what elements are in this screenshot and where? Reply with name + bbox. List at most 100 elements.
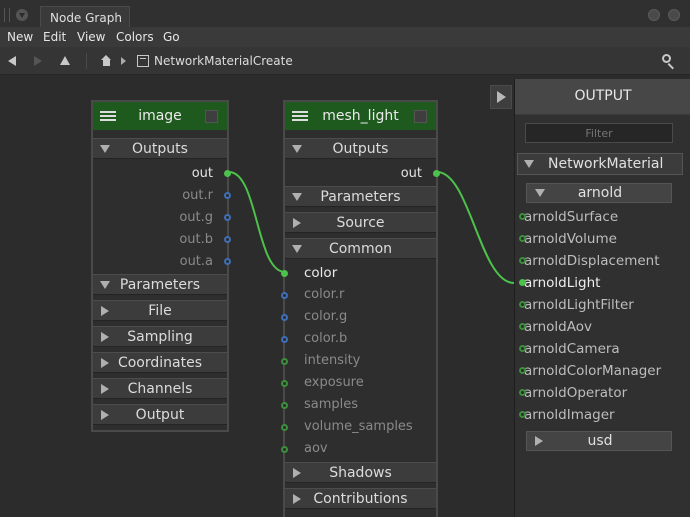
param-volume-samples[interactable]: volume_samples: [281, 419, 436, 437]
param-color-r[interactable]: color.r: [281, 287, 436, 305]
port-dot[interactable]: [519, 301, 526, 308]
port-connected-dot[interactable]: [519, 279, 526, 286]
param-color[interactable]: color: [281, 265, 436, 283]
tab-node-graph[interactable]: Node Graph: [40, 6, 130, 28]
output-arnold-color-manager[interactable]: arnoldColorManager: [519, 363, 661, 379]
param-color-b[interactable]: color.b: [281, 331, 436, 349]
section-parameters[interactable]: Parameters: [93, 274, 227, 295]
port-dot[interactable]: [519, 323, 526, 330]
group-shadows[interactable]: Shadows: [285, 462, 436, 483]
output-arnold-imager[interactable]: arnoldImager: [519, 407, 615, 423]
port-dot[interactable]: [519, 235, 526, 242]
output-arnold-surface[interactable]: arnoldSurface: [519, 209, 619, 225]
menu-edit[interactable]: Edit: [43, 30, 66, 44]
panel-menu-icon[interactable]: [16, 9, 28, 21]
output-arnold-camera[interactable]: arnoldCamera: [519, 341, 620, 357]
port-dot[interactable]: [281, 336, 288, 343]
forward-icon[interactable]: [34, 56, 42, 66]
port-dot[interactable]: [281, 402, 288, 409]
breadcrumb-path[interactable]: NetworkMaterialCreate: [154, 54, 293, 68]
expand-down-icon: [524, 160, 534, 168]
group-arnold[interactable]: arnold: [526, 183, 672, 203]
output-arnold-operator[interactable]: arnoldOperator: [519, 385, 627, 401]
group-output[interactable]: Output: [93, 404, 227, 425]
param-samples[interactable]: samples: [281, 397, 436, 415]
group-label: Source: [336, 215, 385, 231]
port-dot[interactable]: [281, 292, 288, 299]
menu-new[interactable]: New: [7, 30, 33, 44]
param-exposure[interactable]: exposure: [281, 375, 436, 393]
group-usd[interactable]: usd: [526, 431, 672, 451]
port-label: out: [191, 166, 213, 181]
port-out-b[interactable]: out.b: [93, 232, 231, 250]
port-dot[interactable]: [281, 314, 288, 321]
port-dot[interactable]: [281, 358, 288, 365]
output-arnold-light-filter[interactable]: arnoldLightFilter: [519, 297, 634, 313]
param-intensity[interactable]: intensity: [281, 353, 436, 371]
node-graph-canvas[interactable]: image Outputs out out.r out.g out.b out.…: [0, 75, 514, 517]
minimize-icon[interactable]: [648, 9, 660, 21]
group-channels[interactable]: Channels: [93, 378, 227, 399]
port-dot[interactable]: [519, 367, 526, 374]
home-icon[interactable]: [101, 55, 112, 66]
output-arnold-aov[interactable]: arnoldAov: [519, 319, 592, 335]
close-icon[interactable]: [668, 9, 680, 21]
search-icon[interactable]: [662, 54, 676, 70]
port-dot[interactable]: [519, 257, 526, 264]
port-dot[interactable]: [519, 389, 526, 396]
play-right-icon: [497, 91, 506, 103]
menu-view[interactable]: View: [77, 30, 105, 44]
group-common[interactable]: Common: [285, 238, 436, 259]
output-label: arnoldSurface: [524, 209, 619, 225]
section-outputs[interactable]: Outputs: [285, 138, 436, 159]
port-dot[interactable]: [519, 213, 526, 220]
group-contributions[interactable]: Contributions: [285, 488, 436, 509]
collapse-panel-button[interactable]: [490, 85, 512, 109]
port-label: out.a: [179, 254, 213, 269]
output-arnold-displacement[interactable]: arnoldDisplacement: [519, 253, 660, 269]
port-dot[interactable]: [281, 424, 288, 431]
port-out-r[interactable]: out.r: [93, 188, 231, 206]
port-connected-dot[interactable]: [224, 170, 231, 177]
port-connected-dot[interactable]: [281, 270, 288, 277]
back-icon[interactable]: [8, 56, 16, 66]
output-arnold-light[interactable]: arnoldLight: [519, 275, 600, 291]
output-arnold-volume[interactable]: arnoldVolume: [519, 231, 617, 247]
port-connected-dot[interactable]: [433, 170, 440, 177]
port-dot[interactable]: [224, 192, 231, 199]
group-file[interactable]: File: [93, 300, 227, 321]
port-dot[interactable]: [519, 345, 526, 352]
port-dot[interactable]: [281, 380, 288, 387]
port-dot[interactable]: [224, 258, 231, 265]
menu-colors[interactable]: Colors: [116, 30, 154, 44]
node-header[interactable]: mesh_light: [285, 102, 436, 130]
node-image[interactable]: image Outputs out out.r out.g out.b out.…: [91, 100, 231, 432]
node-header[interactable]: image: [93, 102, 227, 130]
port-out[interactable]: out: [93, 166, 231, 184]
port-dot[interactable]: [224, 236, 231, 243]
section-outputs[interactable]: Outputs: [93, 138, 227, 159]
group-coordinates[interactable]: Coordinates: [93, 352, 227, 373]
node-bypass-toggle[interactable]: [205, 110, 218, 123]
port-dot[interactable]: [281, 446, 288, 453]
node-mesh-light[interactable]: mesh_light Outputs out Parameters Source…: [281, 100, 440, 517]
param-color-g[interactable]: color.g: [281, 309, 436, 327]
filter-input[interactable]: [525, 123, 673, 143]
port-out-a[interactable]: out.a: [93, 254, 231, 272]
panel-grip[interactable]: [4, 8, 10, 22]
port-dot[interactable]: [224, 214, 231, 221]
port-out[interactable]: out: [285, 166, 440, 184]
param-aov[interactable]: aov: [281, 441, 436, 459]
port-dot[interactable]: [519, 411, 526, 418]
connection-mesh-light-to-output[interactable]: [436, 171, 514, 284]
menu-go[interactable]: Go: [163, 30, 180, 44]
section-parameters[interactable]: Parameters: [285, 186, 436, 207]
group-sampling[interactable]: Sampling: [93, 326, 227, 347]
connection-image-to-mesh-light[interactable]: [228, 171, 286, 273]
up-icon[interactable]: [60, 56, 70, 65]
group-label: arnold: [577, 185, 623, 201]
group-source[interactable]: Source: [285, 212, 436, 233]
port-out-g[interactable]: out.g: [93, 210, 231, 228]
material-header[interactable]: NetworkMaterial: [517, 153, 683, 175]
node-bypass-toggle[interactable]: [414, 110, 427, 123]
